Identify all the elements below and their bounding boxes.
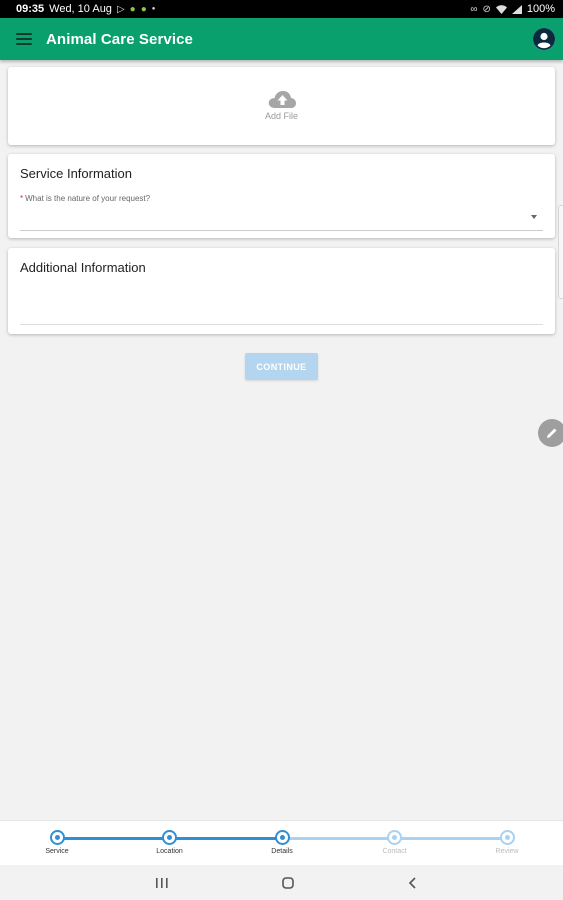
- dropdown-arrow-icon: [531, 215, 537, 219]
- status-bar: 09:35 Wed, 10 Aug ▷ ● ● ● ∞ ⊘ 100%: [0, 0, 563, 18]
- app-bar: Animal Care Service: [0, 18, 563, 60]
- add-file-button[interactable]: Add File: [8, 89, 555, 121]
- edit-button[interactable]: [538, 419, 563, 447]
- status-time: 09:35: [16, 3, 45, 15]
- android-icon: ●: [140, 3, 147, 15]
- page-title: Animal Care Service: [46, 30, 193, 48]
- additional-information-card: Additional Information: [8, 248, 555, 334]
- service-information-card: Service Information * What is the nature …: [8, 154, 555, 238]
- request-nature-select[interactable]: [20, 206, 543, 231]
- step-label: Contact: [382, 848, 407, 855]
- step-dot-icon: [49, 830, 65, 845]
- required-marker: *: [20, 194, 24, 203]
- menu-icon[interactable]: [16, 33, 32, 45]
- step-label: Review: [495, 848, 519, 855]
- mute-icon: ⊘: [482, 3, 491, 15]
- step-dot-center: [504, 835, 510, 840]
- step-dot-icon: [387, 830, 402, 845]
- back-icon[interactable]: [403, 873, 423, 893]
- step-label: Location: [156, 848, 183, 855]
- link-icon: ∞: [470, 3, 478, 15]
- user-avatar-icon: [533, 28, 555, 50]
- service-information-title: Service Information: [20, 166, 132, 181]
- status-date: Wed, 10 Aug: [49, 3, 112, 15]
- edge-panel-handle[interactable]: [558, 205, 563, 299]
- step-label: Details: [271, 848, 293, 855]
- request-nature-label: * What is the nature of your request?: [20, 194, 150, 203]
- signal-icon: [511, 4, 522, 14]
- account-icon[interactable]: [533, 28, 555, 50]
- progress-stepper: Service Location Details Contact Review: [0, 820, 563, 866]
- android-icon: ●: [129, 3, 136, 15]
- dot-icon: ●: [151, 6, 156, 12]
- step-review[interactable]: Review: [467, 830, 547, 855]
- additional-information-title: Additional Information: [20, 260, 146, 275]
- system-nav-bar: [0, 865, 563, 900]
- add-file-label: Add File: [264, 111, 299, 121]
- wifi-icon: [495, 4, 507, 14]
- pencil-icon: [547, 428, 557, 438]
- home-icon[interactable]: [278, 873, 298, 893]
- additional-information-input[interactable]: [20, 288, 543, 324]
- upload-card: Add File: [8, 67, 555, 145]
- step-location[interactable]: Location: [130, 830, 210, 855]
- additional-information-underline: [20, 324, 543, 325]
- step-dot-icon: [499, 830, 515, 845]
- request-nature-label-text: What is the nature of your request?: [25, 194, 151, 203]
- media-icon: ▷: [116, 3, 125, 15]
- step-dot-center: [392, 835, 397, 840]
- status-left: 09:35 Wed, 10 Aug ▷ ● ● ●: [16, 3, 155, 15]
- step-contact[interactable]: Contact: [355, 830, 435, 855]
- battery-level: 100%: [526, 3, 555, 15]
- recents-icon[interactable]: [152, 873, 172, 893]
- step-dot-center: [54, 835, 60, 840]
- step-dot-center: [167, 835, 172, 840]
- step-details[interactable]: Details: [242, 830, 322, 855]
- step-dot-icon: [274, 830, 290, 845]
- continue-button[interactable]: CONTINUE: [245, 353, 318, 380]
- step-service[interactable]: Service: [17, 830, 97, 855]
- step-label: Service: [45, 848, 69, 855]
- step-dot-icon: [162, 830, 177, 845]
- status-right: ∞ ⊘ 100%: [470, 3, 555, 15]
- cloud-upload-icon: [268, 91, 296, 108]
- step-dot-center: [279, 835, 285, 840]
